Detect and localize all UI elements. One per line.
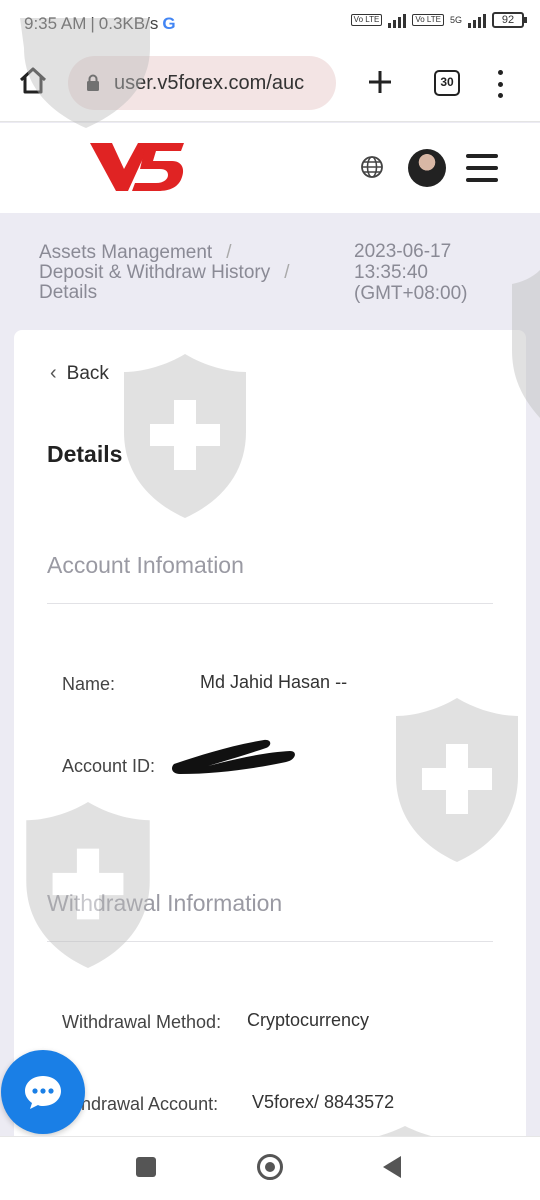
page-title: Details — [47, 441, 123, 467]
avatar[interactable] — [408, 149, 446, 187]
chat-bubble-icon — [25, 1076, 61, 1109]
hamburger-menu-icon[interactable] — [466, 154, 498, 182]
network-type: 5G — [449, 15, 462, 25]
battery-icon: 92 — [492, 12, 527, 28]
divider — [47, 603, 493, 604]
browser-toolbar: user.v5forex.com/auc 30 — [0, 48, 540, 122]
breadcrumb: Assets Management / Deposit & Withdraw Hi… — [39, 243, 329, 303]
more-options-icon[interactable] — [490, 70, 510, 98]
address-bar[interactable]: user.v5forex.com/auc — [68, 56, 336, 110]
signal-icon — [388, 12, 407, 28]
status-divider: | — [90, 14, 95, 33]
back-label: Back — [66, 362, 109, 384]
name-value: Md Jahid Hasan -- — [200, 672, 348, 692]
breadcrumb-item-assets[interactable]: Assets Management — [39, 242, 212, 263]
v5-logo[interactable] — [90, 139, 186, 195]
server-timezone: (GMT+08:00) — [354, 283, 468, 304]
server-datetime: 2023-06-17 13:35:40 (GMT+08:00) — [354, 241, 524, 304]
breadcrumb-separator: / — [284, 262, 290, 283]
divider — [47, 941, 493, 942]
chevron-left-icon: ‹ — [50, 362, 57, 384]
withdrawal-account-value: V5forex/ 8843572 — [252, 1092, 395, 1112]
volte-icon: Vo LTE — [350, 14, 383, 26]
status-bar: 9:35 AM | 0.3KB/s G Vo LTE Vo LTE 5G 92 — [0, 0, 540, 48]
server-time: 13:35:40 — [354, 262, 428, 283]
back-nav-icon[interactable] — [383, 1156, 401, 1178]
new-tab-icon[interactable] — [366, 68, 394, 96]
status-speed: 0.3KB/s — [98, 14, 159, 33]
withdrawal-section-title: Withdrawal Information — [47, 890, 283, 916]
google-icon: G — [162, 14, 176, 33]
server-date: 2023-06-17 — [354, 241, 452, 262]
withdrawal-account-label: thdrawal Account: — [76, 1094, 219, 1114]
breadcrumb-separator: / — [226, 242, 232, 263]
withdrawal-method-label: Withdrawal Method: — [62, 1012, 222, 1032]
redaction-scribble — [172, 739, 295, 774]
breadcrumb-item-history[interactable]: Deposit & Withdraw History — [39, 262, 270, 283]
volte-icon-2: Vo LTE — [412, 14, 444, 26]
account-section-title: Account Infomation — [47, 552, 244, 578]
status-time: 9:35 AM — [24, 14, 87, 33]
home-icon[interactable] — [18, 66, 48, 96]
breadcrumb-item-details: Details — [39, 282, 98, 303]
url-text: user.v5forex.com/auc — [114, 71, 305, 94]
system-nav-bar — [0, 1136, 540, 1200]
recents-icon[interactable] — [136, 1157, 156, 1177]
back-button[interactable]: ‹ Back — [50, 362, 109, 385]
lock-icon — [87, 74, 99, 91]
globe-icon[interactable] — [360, 155, 384, 179]
withdrawal-method-value: Cryptocurrency — [247, 1010, 370, 1030]
home-nav-icon[interactable] — [257, 1154, 283, 1180]
site-header — [0, 123, 540, 213]
live-chat-button[interactable] — [1, 1050, 85, 1134]
account-id-label: Account ID: — [62, 756, 156, 776]
tab-switcher-button[interactable]: 30 — [434, 70, 460, 96]
name-label: Name: — [62, 674, 116, 694]
signal-icon-2 — [468, 12, 486, 28]
